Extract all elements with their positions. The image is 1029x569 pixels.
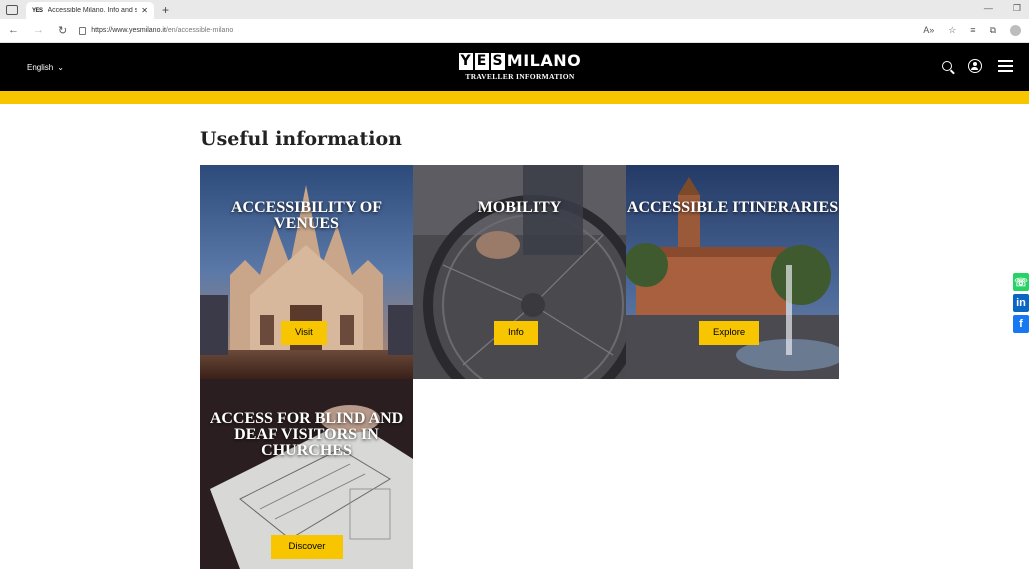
forward-icon[interactable]: → bbox=[33, 24, 44, 37]
facebook-icon[interactable]: f bbox=[1013, 315, 1029, 333]
reload-icon[interactable]: ↻ bbox=[58, 24, 67, 37]
browser-toolbar-icons: A» ☆ ≡ ⧉ bbox=[923, 25, 1021, 36]
explore-button[interactable]: Explore bbox=[699, 321, 760, 345]
card-accessibility-of-venues[interactable]: Accessibility of venues Visit bbox=[200, 165, 413, 379]
url-field[interactable]: https://www.yesmilano.it/en/accessible-m… bbox=[79, 26, 923, 35]
minimize-icon[interactable]: — bbox=[984, 3, 993, 14]
card-title: Access for blind and deaf visitors in ch… bbox=[209, 410, 404, 459]
close-tab-icon[interactable]: ✕ bbox=[141, 6, 148, 15]
header-accent-bar bbox=[0, 91, 1029, 104]
address-bar: ← → ↻ https://www.yesmilano.it/en/access… bbox=[0, 19, 1029, 43]
favorite-add-icon[interactable]: ☆ bbox=[948, 25, 956, 36]
url-path: /en/accessible-milano bbox=[165, 27, 234, 34]
whatsapp-icon[interactable]: ☏ bbox=[1013, 273, 1029, 291]
logo-subtitle: TRAVELLER INFORMATION bbox=[465, 72, 575, 81]
card-accessible-itineraries[interactable]: Accessible itineraries Explore bbox=[626, 165, 839, 379]
search-icon[interactable] bbox=[942, 61, 952, 71]
chevron-down-icon: ⌄ bbox=[57, 63, 64, 72]
site-header: English ⌄ Y E S MILANO TRAVELLER INFORMATIO… bbox=[0, 43, 1029, 91]
browser-tab[interactable]: YES Accessible Milano. Info and serv ✕ bbox=[26, 2, 154, 19]
lock-icon[interactable] bbox=[79, 26, 87, 35]
hamburger-menu-icon[interactable] bbox=[998, 60, 1013, 72]
social-share-bar: ☏ in f bbox=[1013, 273, 1029, 333]
linkedin-icon[interactable]: in bbox=[1013, 294, 1029, 312]
discover-button[interactable]: Discover bbox=[271, 535, 343, 559]
new-tab-icon[interactable]: + bbox=[162, 3, 169, 17]
tab-title: Accessible Milano. Info and serv bbox=[47, 7, 138, 14]
card-title: Mobility bbox=[477, 199, 562, 216]
card-title: Accessibility of venues bbox=[230, 199, 382, 232]
visit-button[interactable]: Visit bbox=[281, 321, 327, 345]
header-actions bbox=[942, 59, 1013, 73]
window-controls: — ❐ bbox=[984, 3, 1021, 14]
wheelchair-image bbox=[413, 165, 626, 379]
tab-actions-icon[interactable] bbox=[6, 4, 18, 15]
info-button[interactable]: Info bbox=[494, 321, 538, 345]
site-logo[interactable]: Y E S MILANO TRAVELLER INFORMATION bbox=[450, 52, 590, 81]
language-selector[interactable]: English ⌄ bbox=[27, 63, 64, 72]
profile-icon[interactable] bbox=[1010, 25, 1021, 36]
read-aloud-icon[interactable]: A» bbox=[923, 25, 934, 36]
back-icon[interactable]: ← bbox=[8, 24, 19, 37]
logo-wordmark: Y E S MILANO bbox=[458, 51, 582, 70]
castle-fountain-image bbox=[626, 165, 839, 379]
restore-icon[interactable]: ❐ bbox=[1013, 3, 1021, 14]
favicon-icon: YES bbox=[32, 7, 43, 14]
browser-tabbar: YES Accessible Milano. Info and serv ✕ +… bbox=[0, 0, 1029, 19]
nav-buttons: ← → ↻ bbox=[8, 24, 67, 37]
url-host: https://www.yesmilano.it bbox=[91, 27, 166, 34]
language-label: English bbox=[27, 63, 54, 72]
card-title: Accessible itineraries bbox=[626, 199, 839, 216]
collections-icon[interactable]: ⧉ bbox=[990, 25, 996, 36]
duomo-image bbox=[200, 165, 413, 379]
card-mobility[interactable]: Mobility Info bbox=[413, 165, 626, 379]
user-account-icon[interactable] bbox=[968, 59, 982, 73]
page-title: Useful information bbox=[200, 128, 402, 150]
card-access-blind-deaf[interactable]: Access for blind and deaf visitors in ch… bbox=[200, 379, 413, 569]
favorites-icon[interactable]: ≡ bbox=[970, 25, 975, 36]
